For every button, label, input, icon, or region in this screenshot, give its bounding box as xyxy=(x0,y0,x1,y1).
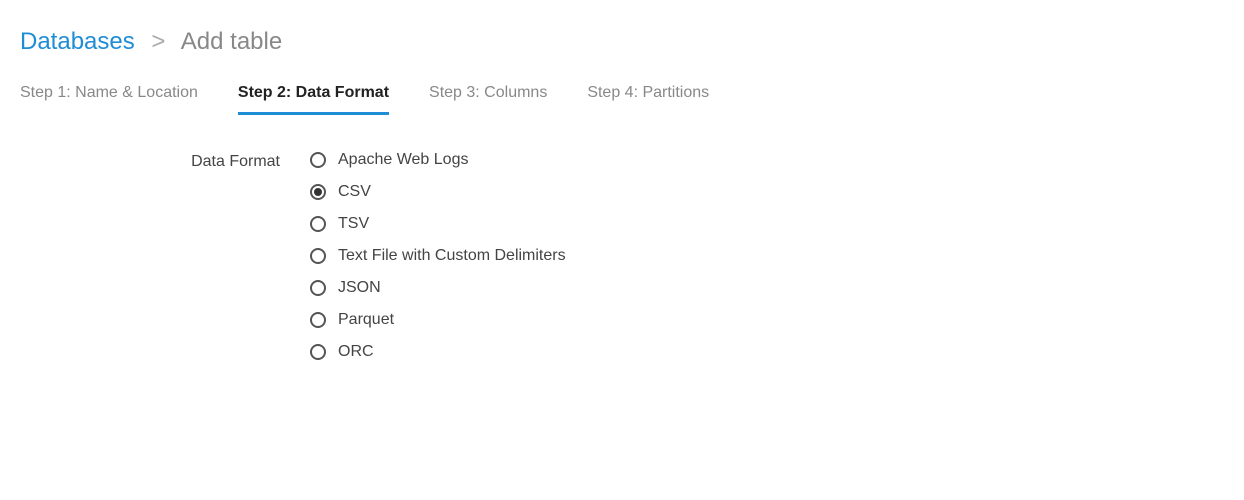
radio-label: ORC xyxy=(338,343,374,361)
step-data-format[interactable]: Step 2: Data Format xyxy=(238,84,389,115)
radio-icon xyxy=(310,184,326,200)
breadcrumb-separator: > xyxy=(151,28,165,55)
radio-icon xyxy=(310,312,326,328)
radio-icon xyxy=(310,280,326,296)
radio-label: Apache Web Logs xyxy=(338,151,468,169)
wizard-steps: Step 1: Name & Location Step 2: Data For… xyxy=(20,84,1224,115)
radio-icon xyxy=(310,216,326,232)
radio-label: TSV xyxy=(338,215,369,233)
data-format-row: Data Format Apache Web Logs CSV TSV Text… xyxy=(20,151,1224,361)
radio-label: JSON xyxy=(338,279,381,297)
radio-option-csv[interactable]: CSV xyxy=(310,183,566,201)
data-format-label: Data Format xyxy=(20,151,310,171)
radio-label: Parquet xyxy=(338,311,394,329)
data-format-radio-group: Apache Web Logs CSV TSV Text File with C… xyxy=(310,151,566,361)
radio-label: Text File with Custom Delimiters xyxy=(338,247,566,265)
radio-option-text-file-custom-delimiters[interactable]: Text File with Custom Delimiters xyxy=(310,247,566,265)
step-name-location[interactable]: Step 1: Name & Location xyxy=(20,84,198,115)
radio-label: CSV xyxy=(338,183,371,201)
radio-option-parquet[interactable]: Parquet xyxy=(310,311,566,329)
breadcrumb-current: Add table xyxy=(181,28,282,55)
step-columns[interactable]: Step 3: Columns xyxy=(429,84,547,115)
radio-option-apache-web-logs[interactable]: Apache Web Logs xyxy=(310,151,566,169)
breadcrumb-link-databases[interactable]: Databases xyxy=(20,28,135,55)
radio-option-json[interactable]: JSON xyxy=(310,279,566,297)
radio-option-orc[interactable]: ORC xyxy=(310,343,566,361)
radio-option-tsv[interactable]: TSV xyxy=(310,215,566,233)
breadcrumb: Databases > Add table xyxy=(20,28,1224,56)
radio-icon xyxy=(310,248,326,264)
radio-icon xyxy=(310,152,326,168)
step-partitions[interactable]: Step 4: Partitions xyxy=(587,84,709,115)
radio-icon xyxy=(310,344,326,360)
